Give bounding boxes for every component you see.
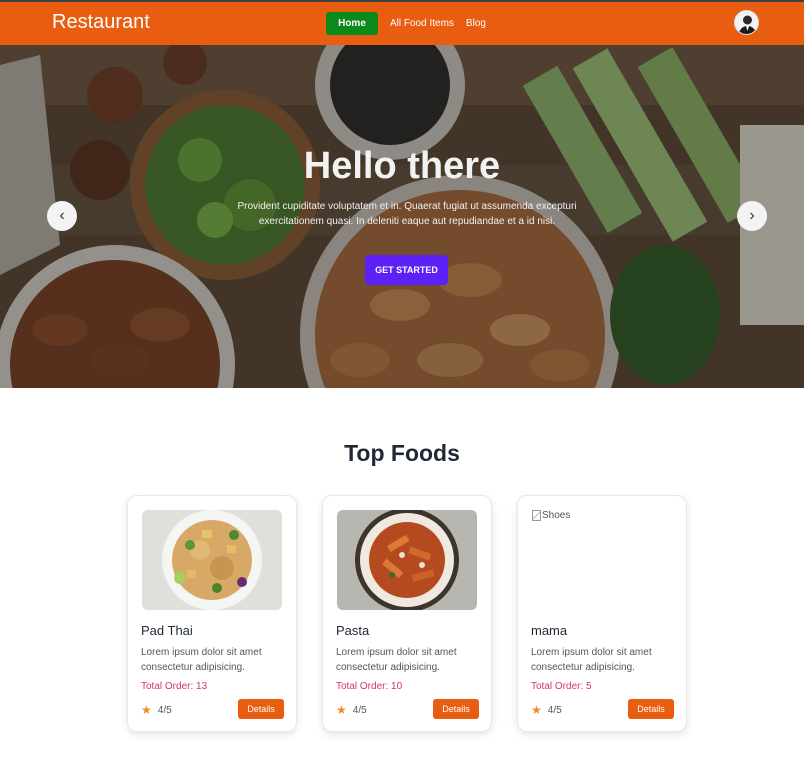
rating-value: 4/5 (157, 704, 172, 716)
food-card: Shoes mama Lorem ipsum dolor sit amet co… (517, 495, 687, 732)
hero-description: Provident cupiditate voluptatem et in. Q… (237, 201, 577, 227)
nav-home-link[interactable]: Home (326, 12, 378, 35)
rating: ★ 4/5 (531, 703, 562, 717)
food-name: Pad Thai (141, 623, 193, 638)
carousel-prev-button[interactable]: ‹ (47, 201, 77, 231)
food-image (337, 510, 477, 610)
user-avatar-icon (735, 11, 758, 34)
image-alt-text: Shoes (542, 510, 571, 521)
nav-links: Home All Food Items Blog (326, 12, 486, 35)
rating: ★ 4/5 (336, 703, 367, 717)
broken-image-icon (532, 510, 541, 521)
food-description: Lorem ipsum dolor sit amet consectetur a… (531, 647, 652, 673)
food-card: Pad Thai Lorem ipsum dolor sit amet cons… (127, 495, 297, 732)
details-button[interactable]: Details (628, 699, 674, 719)
total-order: Total Order: 10 (336, 681, 403, 692)
star-icon: ★ (336, 703, 347, 717)
navbar: Restaurant Home All Food Items Blog (0, 0, 804, 45)
chevron-left-icon: ‹ (59, 207, 65, 224)
get-started-button[interactable]: GET STARTED (365, 255, 448, 285)
star-icon: ★ (531, 703, 542, 717)
chevron-right-icon: › (749, 207, 755, 224)
food-name: mama (531, 623, 568, 638)
nav-blog-link[interactable]: Blog (466, 18, 486, 29)
pasta-image (337, 510, 477, 610)
total-order: Total Order: 5 (531, 681, 592, 692)
nav-all-food-items-link[interactable]: All Food Items (390, 18, 454, 29)
star-icon: ★ (141, 703, 152, 717)
avatar[interactable] (734, 10, 759, 35)
section-title: Top Foods (344, 440, 460, 466)
hero-banner: Hello there Provident cupiditate volupta… (0, 45, 804, 388)
food-image (142, 510, 282, 610)
rating-value: 4/5 (547, 704, 562, 716)
broken-image: Shoes (532, 510, 570, 521)
total-order: Total Order: 13 (141, 681, 208, 692)
rating: ★ 4/5 (141, 703, 172, 717)
rating-value: 4/5 (352, 704, 367, 716)
details-button[interactable]: Details (238, 699, 284, 719)
food-description: Lorem ipsum dolor sit amet consectetur a… (336, 647, 457, 673)
food-description: Lorem ipsum dolor sit amet consectetur a… (141, 647, 262, 673)
hero-title: Hello there (303, 145, 501, 187)
details-button[interactable]: Details (433, 699, 479, 719)
brand-title[interactable]: Restaurant (52, 11, 150, 34)
carousel-next-button[interactable]: › (737, 201, 767, 231)
food-name: Pasta (336, 623, 370, 638)
pad-thai-image (142, 510, 282, 610)
food-card: Pasta Lorem ipsum dolor sit amet consect… (322, 495, 492, 732)
